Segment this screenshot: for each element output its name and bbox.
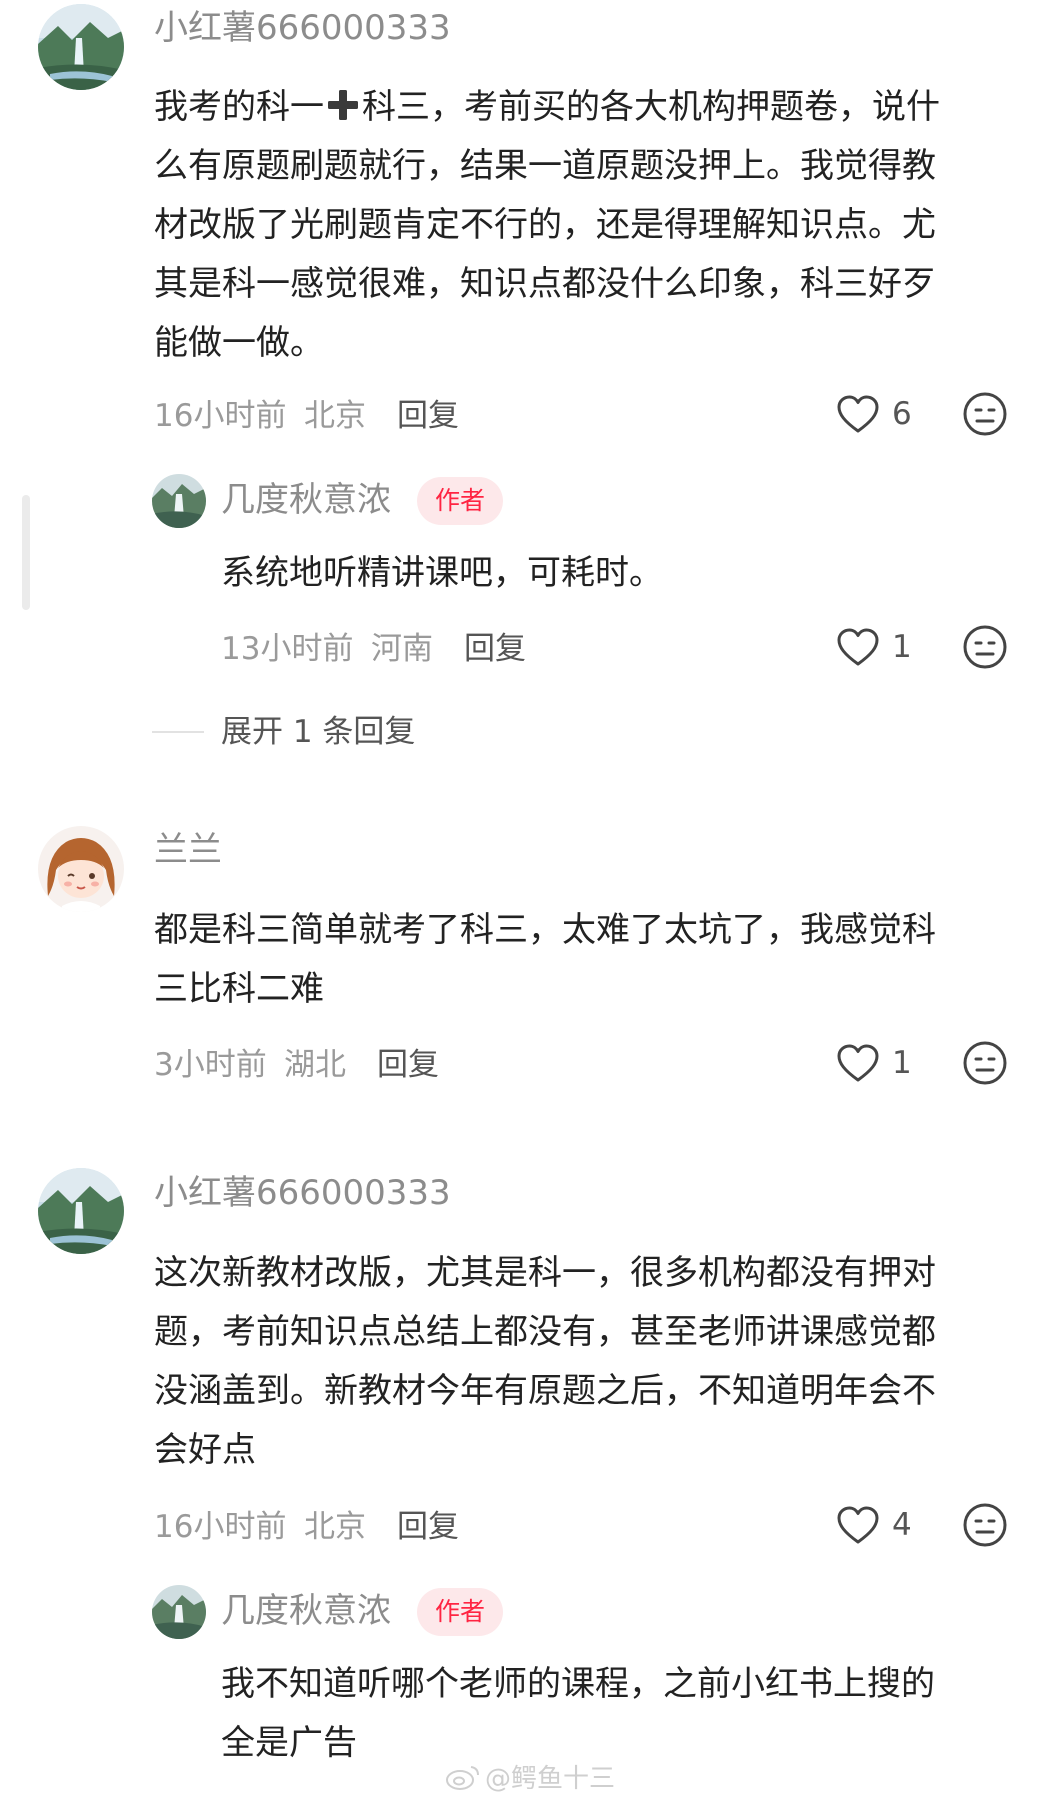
author-badge: 作者 — [417, 1588, 504, 1636]
comment-text-line: 题，考前知识点总结上都没有，甚至老师讲课感觉都 — [154, 1312, 936, 1352]
comment-time: 3小时前 — [154, 1047, 267, 1083]
weibo-icon — [446, 1766, 479, 1790]
heart-icon — [837, 1044, 879, 1082]
username[interactable]: 兰兰 — [154, 830, 222, 870]
emoji-button[interactable] — [962, 1502, 1008, 1548]
username[interactable]: 小红薯666000333 — [154, 1173, 451, 1213]
like-button[interactable]: 1 — [836, 626, 926, 670]
landscape-avatar-icon — [38, 1168, 124, 1254]
emoji-icon — [963, 625, 1007, 669]
reply-location: 河南 — [371, 631, 433, 667]
heart-icon — [837, 1506, 879, 1544]
like-button[interactable]: 6 — [836, 393, 926, 437]
reply-button[interactable]: 回复 — [464, 629, 526, 669]
like-count: 1 — [892, 1045, 912, 1081]
like-count: 6 — [892, 396, 912, 432]
emoji-button[interactable] — [962, 624, 1008, 670]
reply-button[interactable]: 回复 — [397, 396, 459, 436]
comment-text-line: 三比科二难 — [154, 969, 324, 1009]
expand-divider — [152, 731, 204, 733]
heart-icon — [837, 395, 879, 433]
like-count: 1 — [892, 629, 912, 665]
author-badge: 作者 — [417, 477, 504, 525]
comment-text-line: 都是科三简单就考了科三，太难了太坑了，我感觉科 — [154, 910, 936, 950]
reply-button[interactable]: 回复 — [397, 1507, 459, 1547]
emoji-icon — [963, 1041, 1007, 1085]
scroll-indicator[interactable] — [22, 495, 30, 610]
heart-icon — [837, 628, 879, 666]
comment-text-line: 能做一做。 — [154, 323, 324, 363]
expand-replies-button[interactable]: 展开 1 条回复 — [221, 712, 415, 752]
reply-text-line: 我不知道听哪个老师的课程，之前小红书上搜的 — [221, 1664, 935, 1704]
landscape-avatar-icon — [38, 4, 124, 90]
cartoon-girl-avatar-icon — [38, 826, 124, 912]
comment-location: 北京 — [304, 398, 366, 434]
watermark: @鳄鱼十三 — [445, 1762, 615, 1796]
username[interactable]: 几度秋意浓 — [221, 1591, 391, 1631]
like-count: 4 — [892, 1507, 912, 1543]
like-button[interactable]: 4 — [836, 1504, 926, 1548]
username[interactable]: 几度秋意浓 — [221, 480, 391, 520]
landscape-avatar-icon — [152, 1585, 206, 1639]
landscape-avatar-icon — [152, 474, 206, 528]
avatar[interactable] — [38, 1168, 124, 1254]
avatar[interactable] — [152, 1585, 206, 1639]
comment-text-line: 其是科一感觉很难，知识点都没什么印象，科三好歹 — [154, 264, 936, 304]
comment-text-line: 没涵盖到。新教材今年有原题之后，不知道明年会不 — [154, 1371, 936, 1411]
like-button[interactable]: 1 — [836, 1042, 926, 1086]
plus-icon — [328, 90, 358, 120]
comment-location: 北京 — [304, 1509, 366, 1545]
reply-text-line: 全是广告 — [221, 1723, 357, 1763]
avatar[interactable] — [38, 826, 124, 912]
reply-time: 13小时前 — [221, 631, 354, 667]
comment-time: 16小时前 — [154, 398, 287, 434]
avatar[interactable] — [38, 4, 124, 90]
comment-text-line: 会好点 — [154, 1430, 256, 1470]
comment-text-line: 材改版了光刷题肯定不行的，还是得理解知识点。尤 — [154, 205, 936, 245]
emoji-icon — [963, 392, 1007, 436]
comment-location: 湖北 — [284, 1047, 346, 1083]
username[interactable]: 小红薯666000333 — [154, 8, 451, 48]
reply-text-line: 系统地听精讲课吧，可耗时。 — [221, 553, 663, 593]
comment-text-line: 么有原题刷题就行，结果一道原题没押上。我觉得教 — [154, 146, 936, 186]
avatar[interactable] — [152, 474, 206, 528]
reply-button[interactable]: 回复 — [377, 1045, 439, 1085]
emoji-icon — [963, 1503, 1007, 1547]
comment-text-line: 我考的科一 科三，考前买的各大机构押题卷，说什 — [154, 87, 940, 127]
emoji-button[interactable] — [962, 1040, 1008, 1086]
comment-time: 16小时前 — [154, 1509, 287, 1545]
comment-text-line: 这次新教材改版，尤其是科一，很多机构都没有押对 — [154, 1253, 936, 1293]
emoji-button[interactable] — [962, 391, 1008, 437]
